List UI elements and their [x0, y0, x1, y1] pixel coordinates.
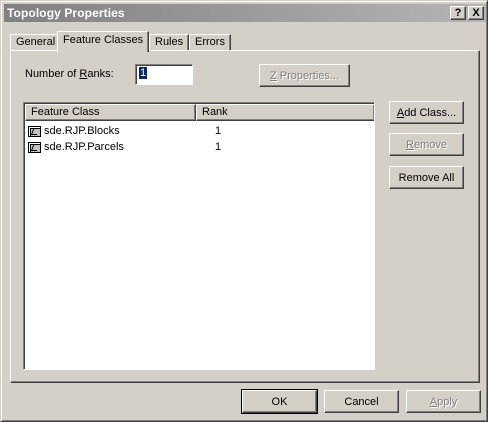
topology-properties-dialog: Topology Properties ? X General Feature …: [0, 0, 488, 422]
window-title: Topology Properties: [7, 6, 125, 20]
number-of-ranks-input[interactable]: 1: [135, 64, 193, 85]
feature-class-icon: [28, 125, 41, 137]
ok-label: OK: [271, 395, 288, 408]
cancel-label: Cancel: [344, 395, 379, 408]
close-icon: X: [472, 6, 480, 19]
z-properties-label: Z Properties...: [270, 70, 339, 82]
add-class-label: Add Class...: [397, 107, 456, 119]
remove-label: Remove: [406, 139, 447, 151]
number-of-ranks-label: Number of Ranks:: [25, 68, 114, 80]
list-item[interactable]: sde.RJP.Blocks 1: [28, 123, 368, 139]
column-header-rank-label: Rank: [202, 106, 228, 118]
tab-feature-classes[interactable]: Feature Classes: [57, 31, 150, 52]
tab-errors[interactable]: Errors: [189, 34, 231, 51]
tab-general-label: General: [16, 36, 56, 48]
help-button[interactable]: ?: [450, 6, 466, 20]
add-class-button[interactable]: Add Class...: [389, 101, 464, 124]
feature-class-list[interactable]: Feature Class Rank sde.RJP.Blocks 1 sde.…: [23, 102, 375, 370]
ranks-label-part: Number of: [25, 68, 80, 80]
apply-accel: A: [429, 395, 438, 408]
column-header-feature-class-label: Feature Class: [31, 106, 100, 118]
add-class-text: dd Class...: [404, 106, 457, 119]
feature-classes-panel: Number of Ranks: 1 Z Properties... Featu…: [10, 50, 480, 383]
column-header-feature-class[interactable]: Feature Class: [25, 104, 196, 121]
z-properties-button[interactable]: Z Properties...: [259, 64, 350, 87]
feature-class-name: sde.RJP.Blocks: [44, 125, 120, 137]
help-icon: ?: [454, 6, 462, 19]
apply-label: Apply: [430, 396, 458, 408]
list-header: Feature Class Rank: [25, 104, 374, 121]
cancel-button[interactable]: Cancel: [324, 390, 399, 413]
ok-button[interactable]: OK: [241, 389, 318, 414]
ranks-label-part: anks:: [87, 68, 114, 80]
column-header-rank[interactable]: Rank: [196, 104, 374, 121]
z-properties-text: Properties...: [276, 69, 340, 82]
tab-feature-classes-label: Feature Classes: [63, 34, 144, 46]
apply-button[interactable]: Apply: [406, 390, 481, 413]
feature-class-rank: 1: [215, 141, 222, 153]
tab-errors-label: Errors: [195, 36, 225, 48]
apply-text: pply: [437, 395, 458, 408]
list-item[interactable]: sde.RJP.Parcels 1: [28, 139, 368, 155]
title-bar[interactable]: Topology Properties ? X: [4, 4, 486, 22]
z-properties-accel: Z: [269, 69, 277, 82]
close-button[interactable]: X: [468, 6, 484, 20]
remove-all-button[interactable]: Remove All: [389, 166, 464, 189]
tab-rules-label: Rules: [155, 36, 184, 48]
tab-general[interactable]: General: [10, 34, 62, 51]
feature-class-icon: [28, 141, 41, 153]
number-of-ranks-value: 1: [139, 67, 148, 79]
remove-accel: R: [406, 138, 414, 151]
tab-rules[interactable]: Rules: [149, 34, 190, 51]
remove-all-label: Remove All: [398, 171, 455, 184]
feature-class-rank: 1: [215, 125, 222, 137]
remove-button[interactable]: Remove: [389, 133, 464, 156]
feature-class-name: sde.RJP.Parcels: [44, 141, 124, 153]
remove-text: emove: [413, 138, 447, 151]
